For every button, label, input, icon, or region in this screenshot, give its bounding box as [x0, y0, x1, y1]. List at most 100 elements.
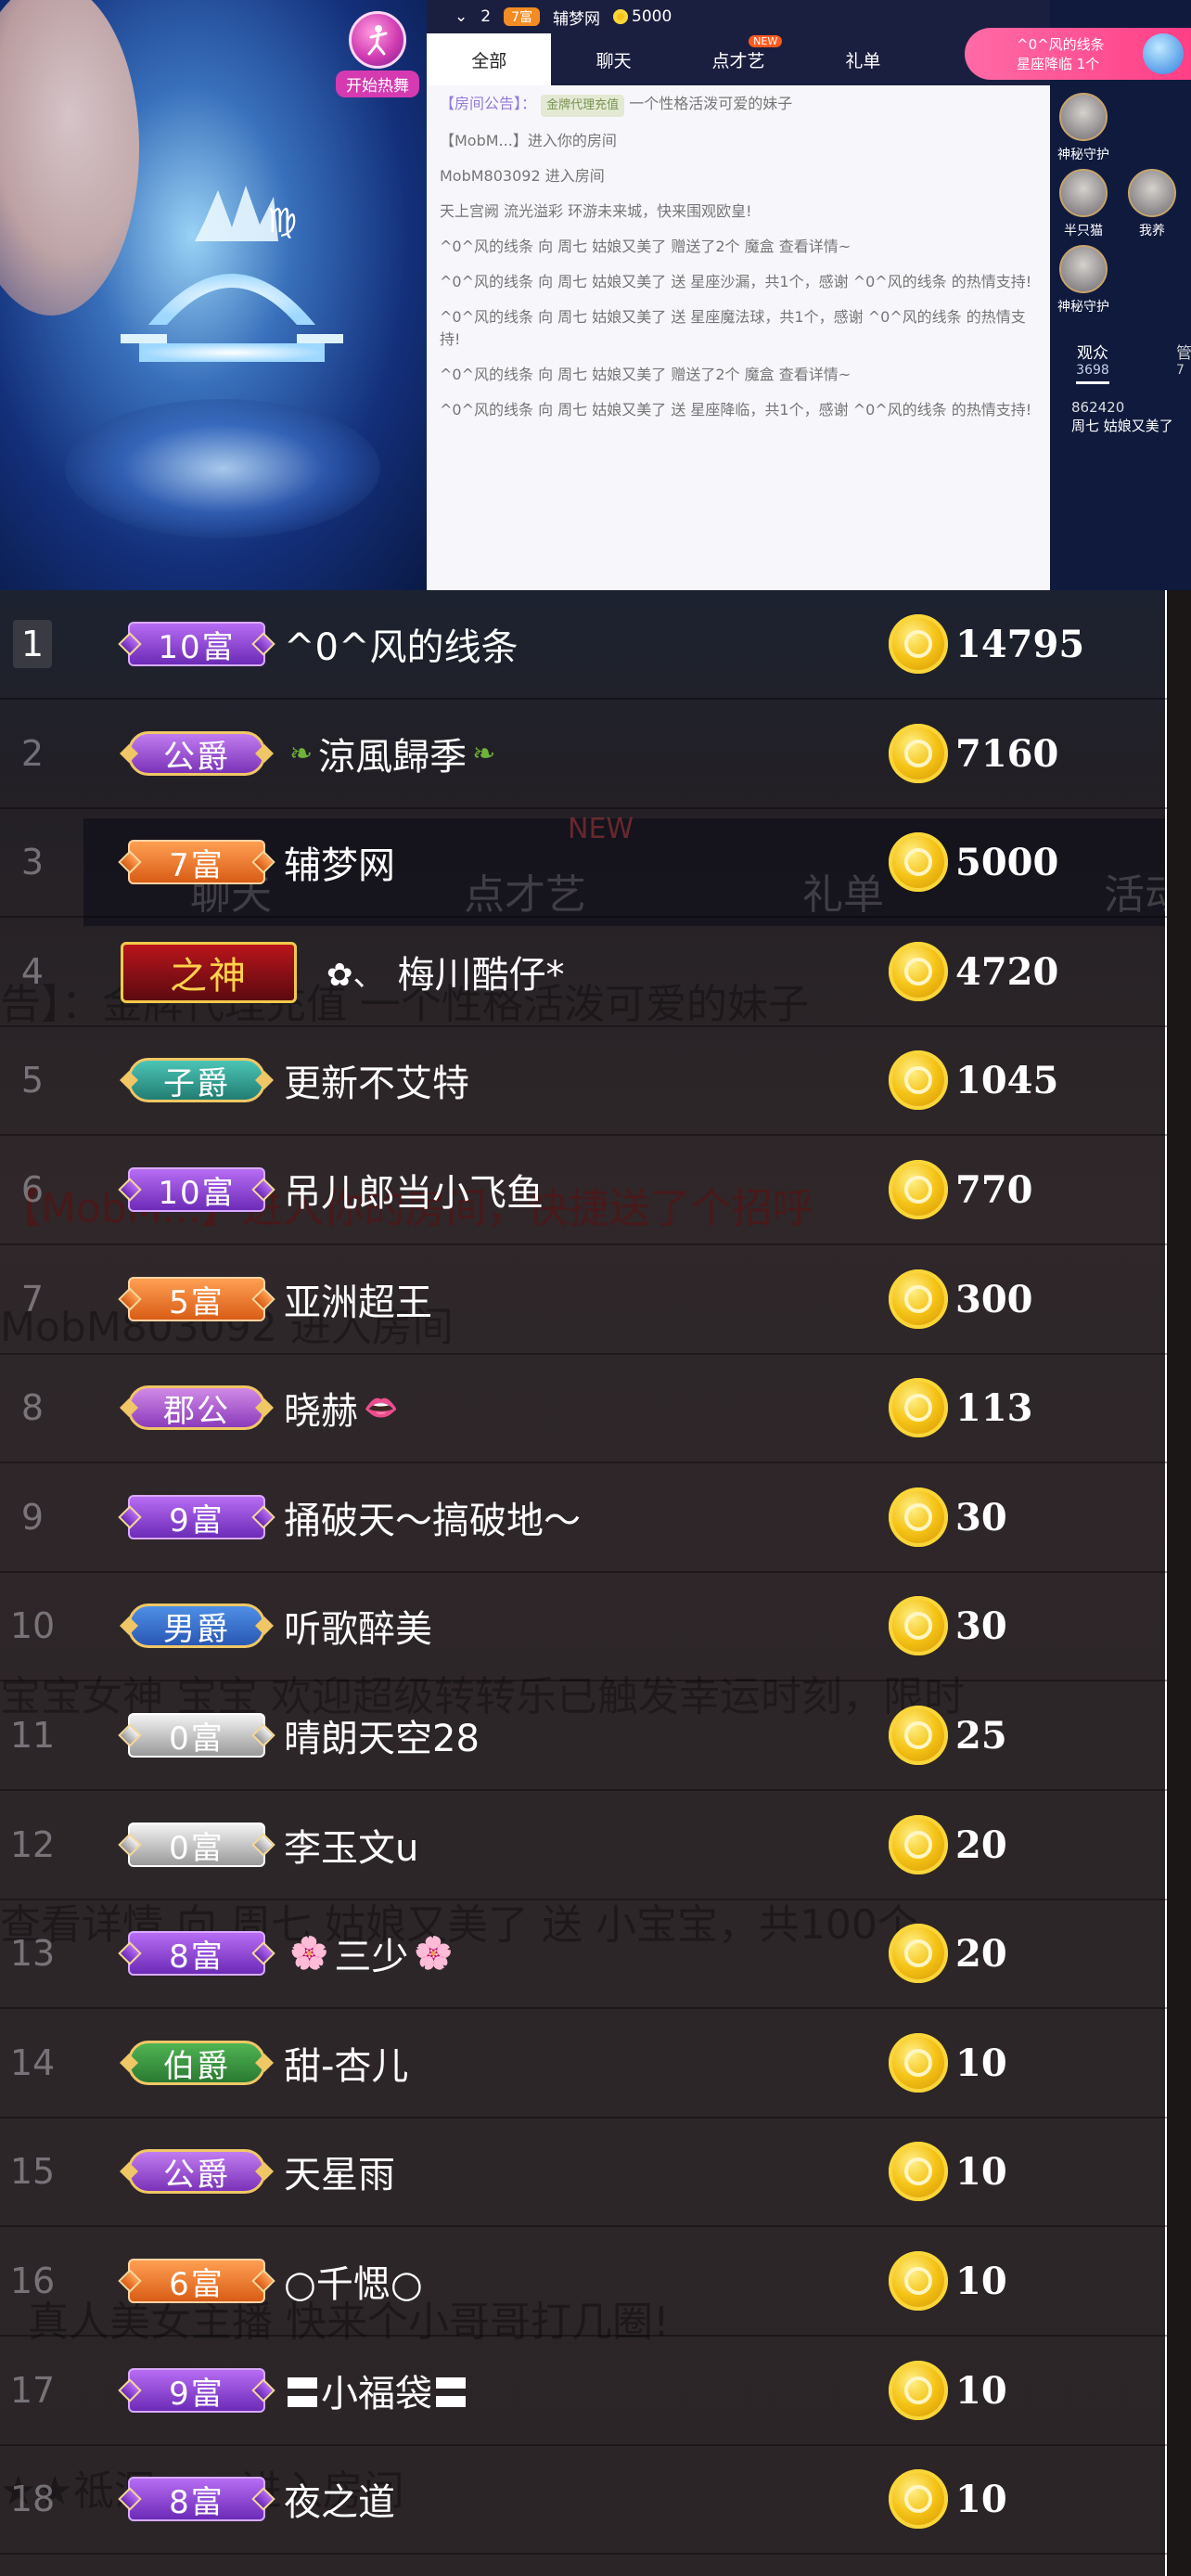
user-name-text: 夜之道 — [284, 2481, 395, 2524]
name-decoration-icon: 🌸 — [414, 1935, 454, 1972]
rank-number: 13 — [9, 1933, 56, 1974]
amount-value: 30 — [955, 1604, 1007, 1648]
coin-amount: 1045 — [889, 1026, 1058, 1134]
rank-number: 14 — [9, 2042, 56, 2083]
rank-number: 5 — [20, 1060, 45, 1101]
rank-number: 9 — [20, 1497, 45, 1538]
ranking-row[interactable]: 15 公爵 天星雨 10 — [0, 2118, 1167, 2227]
ranking-row[interactable]: 2 公爵 ❧ 涼風歸季 ❧ 7160 — [0, 700, 1167, 809]
tab-gift-list[interactable]: 礼单 — [800, 33, 925, 85]
user-name-text: 更新不艾特 — [284, 1063, 469, 1105]
ranking-row[interactable]: 13 8富 🌸 三少 🌸 20 — [0, 1900, 1167, 2009]
user-name[interactable]: 更新不艾特 — [284, 1026, 469, 1134]
user-name[interactable]: ^0^风的线条 — [284, 590, 518, 698]
user-name-text: 梅川酷仔* — [397, 954, 565, 997]
ranking-row[interactable]: 17 9富 〓小福袋〓 10 — [0, 2337, 1167, 2446]
dancer-icon — [349, 11, 406, 69]
ranking-row[interactable]: 5 子爵 更新不艾特 1045 — [0, 1026, 1167, 1136]
ranking-row[interactable]: 7 5富 亚洲超王 300 — [0, 1245, 1167, 1355]
svg-text:♍: ♍ — [267, 202, 297, 240]
active-tab-underline — [1076, 381, 1109, 384]
coin-amount: 300 — [889, 1245, 1033, 1353]
level-badge: 5富 — [128, 1277, 265, 1321]
ranking-row[interactable]: 14 伯爵 甜-杏儿 10 — [0, 2009, 1167, 2119]
chat-message-list[interactable]: 【房间公告】： 金牌代理充值 一个性格活泼可爱的妹子 【MobM...】进入你的… — [427, 85, 1050, 421]
libra-zodiac-gift-icon: ♍ — [121, 186, 343, 362]
rank-number: 2 — [20, 733, 45, 774]
tab-chat[interactable]: 聊天 — [551, 33, 675, 85]
contribution-ranking[interactable]: 聊天 点才艺 礼单 活动 NEW 告】：金牌代理充值 一个性格活泼可爱的妹子 【… — [0, 590, 1191, 2576]
star-descend-banner[interactable]: ^0^风的线条 星座降临 1个 — [965, 28, 1191, 80]
name-decoration-icon: ❧ — [289, 737, 314, 770]
user-name[interactable]: ✿、 梅川酷仔* — [321, 918, 565, 1025]
tab-audience[interactable]: 观众 3698 — [1076, 340, 1109, 384]
user-name[interactable]: ○千愢○ — [284, 2227, 423, 2335]
coin-amount: 10 — [889, 2118, 1007, 2225]
ranking-row[interactable]: 18 8富 夜之道 10 — [0, 2445, 1167, 2555]
user-name[interactable]: 甜-杏儿 — [284, 2009, 408, 2117]
guard-slot[interactable]: 神秘守护 — [1056, 93, 1111, 163]
coin-amount: 25 — [889, 1681, 1007, 1789]
tab-talent[interactable]: 点才艺 NEW — [676, 33, 800, 85]
new-badge: NEW — [749, 35, 783, 47]
ranking-row[interactable]: 9 9富 捅破天～搞破地～ 30 — [0, 1463, 1167, 1573]
strip-rank: 2 — [480, 7, 492, 26]
ranking-row[interactable]: 16 6富 ○千愢○ 10 — [0, 2227, 1167, 2337]
ranking-row[interactable]: 8 郡公 晓赫 👄 113 — [0, 1354, 1167, 1463]
level-badge: 8富 — [128, 1931, 265, 1976]
tab-all[interactable]: 全部 — [427, 33, 552, 85]
user-name[interactable]: 夜之道 — [284, 2445, 395, 2553]
ranking-row[interactable]: 1 10富 ^0^风的线条 14795 — [0, 590, 1167, 700]
chat-message: 【MobM...】进入你的房间 — [440, 132, 617, 149]
audience-top-entry[interactable]: 862420 周七 姑娘又美了 — [1071, 399, 1173, 435]
chat-message: ^0^风的线条 向 周七 姑娘又美了 赠送了2个 魔盒 查看详情~ — [440, 366, 852, 383]
gold-coin-icon — [889, 1488, 948, 1547]
level-badge: 9富 — [128, 2368, 265, 2413]
coin-amount: 5000 — [889, 808, 1058, 916]
strip-name: 辅梦网 — [553, 9, 600, 29]
user-name[interactable]: 〓小福袋〓 — [284, 2337, 469, 2444]
user-name[interactable]: 听歌醉美 — [284, 1572, 432, 1680]
ranking-row[interactable]: 3 7富 辅梦网 5000 — [0, 808, 1167, 918]
gold-coin-icon — [889, 2469, 948, 2529]
ranking-row[interactable]: 10 男爵 听歌醉美 30 — [0, 1572, 1167, 1681]
rank-number: 6 — [20, 1169, 45, 1210]
ranking-row[interactable]: 12 0富 李玉文u 20 — [0, 1791, 1167, 1900]
coin-amount: 10 — [889, 2227, 1007, 2335]
user-name[interactable]: 🌸 三少 🌸 — [284, 1900, 459, 2007]
amount-value: 20 — [955, 1931, 1007, 1976]
gold-coin-icon — [889, 2251, 948, 2311]
coin-amount: 113 — [889, 1354, 1033, 1462]
chevron-down-icon[interactable]: ⌄ — [455, 7, 467, 26]
guard-slot[interactable]: 我养 — [1124, 169, 1180, 239]
guard-slot[interactable]: 神秘守护 — [1056, 245, 1111, 316]
user-name[interactable]: 亚洲超王 — [284, 1245, 432, 1353]
user-name[interactable]: 辅梦网 — [284, 808, 395, 916]
user-name-text: 晴朗天空28 — [284, 1718, 480, 1760]
ranking-row[interactable]: 11 0富 晴朗天空28 25 — [0, 1681, 1167, 1791]
user-name[interactable]: 晴朗天空28 — [284, 1681, 480, 1789]
gold-coin-icon — [889, 614, 948, 674]
rank-number: 7 — [20, 1279, 45, 1320]
coin-amount: 20 — [889, 1791, 1007, 1899]
user-name[interactable]: 吊儿郎当小飞鱼 — [284, 1136, 544, 1243]
user-name[interactable]: 晓赫 👄 — [284, 1354, 403, 1462]
tab-managers[interactable]: 管 7 — [1176, 340, 1191, 378]
user-name[interactable]: 天星雨 — [284, 2118, 395, 2225]
amount-value: 300 — [955, 1277, 1033, 1321]
gold-coin-icon — [889, 2033, 948, 2093]
ranking-row[interactable]: 6 10富 吊儿郎当小飞鱼 770 — [0, 1136, 1167, 1245]
rank-number: 15 — [9, 2151, 56, 2192]
ranking-row[interactable]: 4 之神 ✿、 梅川酷仔* 4720 — [0, 918, 1167, 1027]
rank-number: 11 — [9, 1715, 56, 1756]
level-badge: 10富 — [128, 1167, 265, 1212]
start-dance-button[interactable]: 开始热舞 — [336, 11, 419, 97]
user-name[interactable]: ❧ 涼風歸季 ❧ — [284, 700, 501, 807]
user-name[interactable]: 李玉文u — [284, 1791, 418, 1899]
scrollbar[interactable] — [1165, 590, 1191, 2576]
user-name[interactable]: 捅破天～搞破地～ — [284, 1463, 581, 1571]
level-badge: 0富 — [128, 1713, 265, 1758]
avatar — [1059, 245, 1108, 293]
level-badge: 8富 — [128, 2477, 265, 2521]
guard-slot[interactable]: 半只猫 — [1056, 169, 1111, 239]
